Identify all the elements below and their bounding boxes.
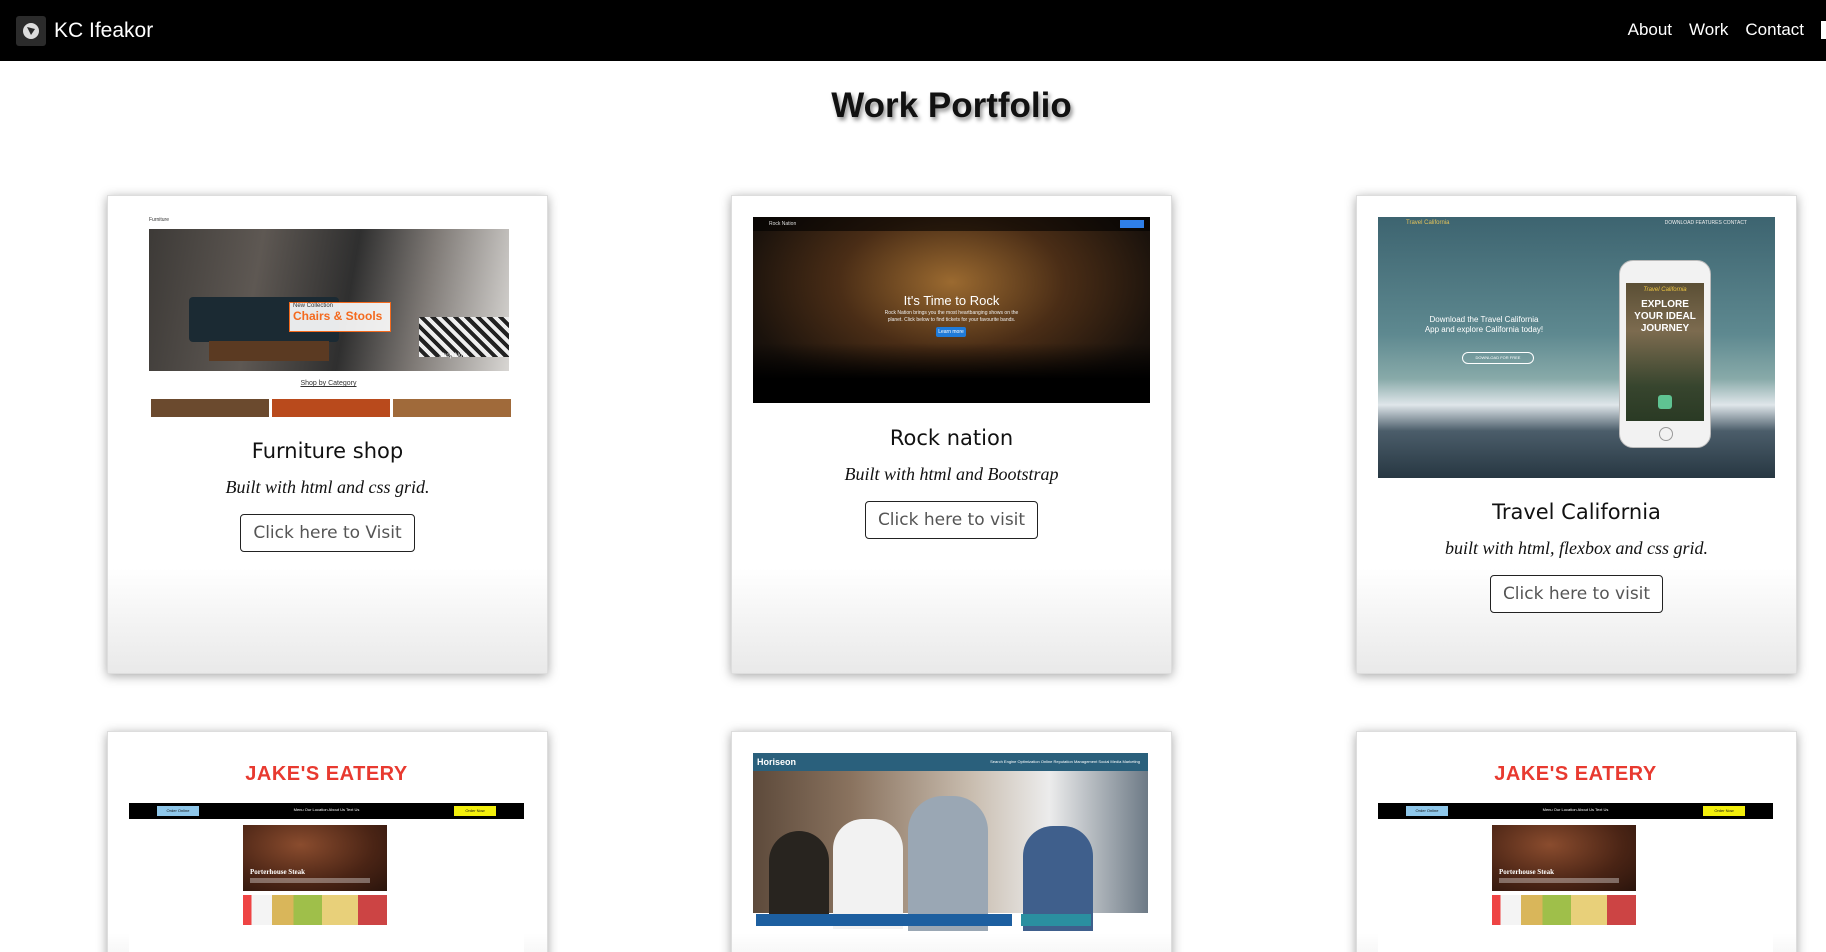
steak-image: Porterhouse Steak bbox=[1492, 825, 1636, 891]
horiseon-header: Horiseon Search Engine Optimization Onli… bbox=[753, 753, 1148, 771]
card-travel-california: Travel California DOWNLOAD FEATURES CONT… bbox=[1356, 195, 1797, 674]
card-description: built with html, flexbox and css grid. bbox=[1445, 538, 1708, 558]
rock-brand: Rock Nation bbox=[769, 221, 797, 227]
dish-description-line bbox=[250, 878, 370, 883]
jakes-title: JAKE'S EATERY bbox=[245, 763, 408, 785]
phone-screen: Travel California EXPLORE YOUR IDEAL JOU… bbox=[1626, 283, 1704, 421]
nav-link-work[interactable]: Work bbox=[1689, 20, 1728, 40]
horiseon-hero-image bbox=[753, 771, 1148, 931]
card-title: Furniture shop bbox=[251, 439, 404, 463]
order-now-button: Order Now bbox=[1703, 806, 1745, 816]
crowd-silhouette bbox=[753, 343, 1150, 403]
thumb-3 bbox=[393, 399, 511, 417]
card-body: Travel California built with html, flexb… bbox=[1357, 500, 1796, 613]
phone-button bbox=[1658, 395, 1672, 409]
shop-by-category: Shop by Category bbox=[300, 380, 357, 387]
jakes-screenshot[interactable]: JAKE'S EATERY Order Online Menu Our Loca… bbox=[129, 753, 524, 952]
phone-mockup: Travel California EXPLORE YOUR IDEAL JOU… bbox=[1619, 260, 1711, 448]
collection-badge: New Collection Chairs & Stools bbox=[289, 302, 391, 332]
visit-button[interactable]: Click here to visit bbox=[864, 501, 1039, 539]
travel-download-button: DOWNLOAD FOR FREE bbox=[1462, 352, 1534, 364]
dish-name: Porterhouse Steak bbox=[1499, 868, 1555, 876]
table-shape bbox=[209, 341, 329, 361]
salad-image bbox=[1492, 895, 1636, 925]
jakes-screenshot[interactable]: JAKE'S EATERY Order Online Menu Our Loca… bbox=[1378, 753, 1773, 952]
card-body: Rock nation Built with html and Bootstra… bbox=[732, 426, 1171, 539]
person-2 bbox=[833, 819, 903, 929]
jakes-title: JAKE'S EATERY bbox=[1494, 763, 1657, 785]
horiseon-screenshot[interactable]: Horiseon Search Engine Optimization Onli… bbox=[753, 753, 1148, 952]
navbar: KC Ifeakor About Work Contact bbox=[0, 0, 1826, 61]
rock-cta: Learn more bbox=[936, 327, 966, 337]
category-thumbs bbox=[151, 399, 511, 417]
card-furniture: Furniture New Collection Chairs & Stools… bbox=[107, 195, 548, 674]
travel-screenshot[interactable]: Travel California DOWNLOAD FEATURES CONT… bbox=[1378, 217, 1775, 478]
card-horiseon: Horiseon Search Engine Optimization Onli… bbox=[731, 731, 1172, 952]
nav-overflow-edge bbox=[1821, 21, 1826, 39]
nav-link-about[interactable]: About bbox=[1628, 20, 1672, 40]
steak-image: Porterhouse Steak bbox=[243, 825, 387, 891]
salad-image bbox=[243, 895, 387, 925]
travel-brand: Travel California bbox=[1406, 220, 1450, 226]
horiseon-nav: Search Engine Optimization Online Reputa… bbox=[990, 759, 1140, 764]
nav-link-contact[interactable]: Contact bbox=[1745, 20, 1804, 40]
person-1 bbox=[769, 831, 829, 921]
nav-links: About Work Contact bbox=[1628, 20, 1826, 40]
thumb-2 bbox=[272, 399, 390, 417]
rock-screenshot[interactable]: Rock Nation It's Time to Rock Rock Natio… bbox=[753, 217, 1150, 403]
card-jakes-eatery: JAKE'S EATERY Order Online Menu Our Loca… bbox=[107, 731, 548, 952]
card-body: Furniture shop Built with html and css g… bbox=[108, 439, 547, 552]
horiseon-logo: Horiseon bbox=[757, 757, 797, 767]
dish-name: Porterhouse Steak bbox=[250, 868, 306, 876]
dish-description-line bbox=[1499, 878, 1619, 883]
card-description: Built with html and css grid. bbox=[225, 477, 430, 497]
person-3 bbox=[908, 796, 988, 931]
phone-home-button bbox=[1659, 427, 1673, 441]
rock-topbar: Rock Nation bbox=[753, 217, 1150, 231]
order-now-button: Order Now bbox=[454, 806, 496, 816]
badge-large-text: Chairs & Stools bbox=[293, 309, 383, 323]
rock-headline: It's Time to Rock bbox=[903, 293, 1000, 308]
rug-shape bbox=[419, 317, 509, 357]
brand[interactable]: KC Ifeakor bbox=[16, 16, 153, 46]
brand-name: KC Ifeakor bbox=[54, 19, 154, 42]
thumb-1 bbox=[151, 399, 269, 417]
phone-logo: Travel California bbox=[1643, 287, 1687, 293]
horiseon-blue-section bbox=[756, 914, 1012, 926]
rock-subline: Rock Nation brings you the most heartban… bbox=[884, 310, 1019, 323]
jakes-navbar: Order Online Menu Our Location About Us … bbox=[1378, 803, 1773, 819]
furniture-topbar: Furniture bbox=[129, 217, 528, 229]
rock-top-button bbox=[1120, 220, 1144, 228]
jakes-navbar: Order Online Menu Our Location About Us … bbox=[129, 803, 524, 819]
shop-now-text: Shop Now bbox=[439, 353, 467, 359]
furniture-screenshot[interactable]: Furniture New Collection Chairs & Stools… bbox=[129, 217, 528, 417]
travel-nav: DOWNLOAD FEATURES CONTACT bbox=[1664, 220, 1747, 226]
page-title: Work Portfolio bbox=[831, 86, 1072, 125]
card-rock-nation: Rock Nation It's Time to Rock Rock Natio… bbox=[731, 195, 1172, 674]
phone-title: EXPLORE YOUR IDEAL JOURNEY bbox=[1634, 299, 1696, 334]
travel-text: Download the Travel California App and e… bbox=[1424, 315, 1544, 334]
card-title: Rock nation bbox=[889, 426, 1014, 450]
furniture-hero-image: New Collection Chairs & Stools Shop Now bbox=[149, 229, 509, 371]
visit-button[interactable]: Click here to Visit bbox=[240, 514, 415, 552]
horiseon-side-section bbox=[1021, 914, 1091, 926]
brand-logo-icon bbox=[16, 16, 46, 46]
visit-button[interactable]: Click here to visit bbox=[1489, 575, 1664, 613]
card-jakes-eatery-2: JAKE'S EATERY Order Online Menu Our Loca… bbox=[1356, 731, 1797, 952]
card-description: Built with html and Bootstrap bbox=[844, 464, 1059, 484]
card-title: Travel California bbox=[1492, 500, 1661, 524]
